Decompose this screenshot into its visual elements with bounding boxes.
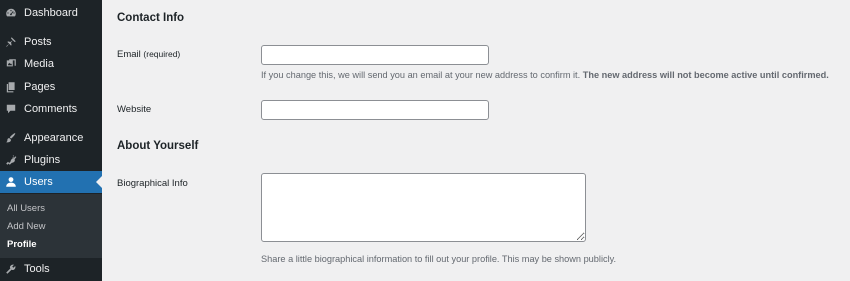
sidebar-item-label: Tools xyxy=(24,263,50,275)
sidebar-item-label: Appearance xyxy=(24,132,84,144)
required-note: (required) xyxy=(143,49,181,59)
sidebar-item-label: Comments xyxy=(24,103,78,115)
pages-icon xyxy=(5,81,17,93)
user-icon xyxy=(5,176,17,188)
sidebar-item-label: Pages xyxy=(24,81,56,93)
email-description: If you change this, we will send you an … xyxy=(261,70,829,80)
comment-icon xyxy=(5,103,17,115)
website-field[interactable] xyxy=(261,100,489,120)
sidebar-item-label: Users xyxy=(24,176,53,188)
sidebar-item-posts[interactable]: Posts xyxy=(0,31,102,53)
sidebar-item-pages[interactable]: Pages xyxy=(0,76,102,98)
email-field[interactable] xyxy=(261,45,489,65)
contact-info-heading: Contact Info xyxy=(117,12,185,24)
pushpin-icon xyxy=(5,36,17,48)
sidebar-item-label: Media xyxy=(24,58,54,70)
bio-description: Share a little biographical information … xyxy=(261,254,617,264)
paintbrush-icon xyxy=(5,132,17,144)
submenu-item-all-users[interactable]: All Users xyxy=(7,203,45,214)
email-label: Email (required) xyxy=(117,49,180,60)
wrench-icon xyxy=(5,263,17,275)
biographical-info-label: Biographical Info xyxy=(117,178,188,189)
sidebar-item-label: Dashboard xyxy=(24,7,78,19)
dashboard-icon xyxy=(5,7,17,19)
about-yourself-heading: About Yourself xyxy=(117,140,199,152)
website-label: Website xyxy=(117,104,152,115)
sidebar-item-plugins[interactable]: Plugins xyxy=(0,149,102,171)
email-label-text: Email xyxy=(117,49,141,60)
admin-sidebar: Dashboard Posts Media Pages Comments App… xyxy=(0,0,102,281)
sidebar-item-label: Posts xyxy=(24,36,52,48)
media-icon xyxy=(5,58,17,70)
sidebar-item-appearance[interactable]: Appearance xyxy=(0,127,102,149)
profile-form: Contact Info Email (required) If you cha… xyxy=(102,0,850,281)
biographical-info-textarea[interactable] xyxy=(261,173,586,242)
sidebar-item-users[interactable]: Users xyxy=(0,171,102,193)
submenu-item-add-new[interactable]: Add New xyxy=(7,221,46,232)
sidebar-item-dashboard[interactable]: Dashboard xyxy=(0,2,102,24)
plugin-icon xyxy=(5,154,17,166)
sidebar-item-tools[interactable]: Tools xyxy=(0,258,102,280)
sidebar-item-comments[interactable]: Comments xyxy=(0,98,102,120)
submenu-item-profile[interactable]: Profile xyxy=(7,239,37,250)
sidebar-item-label: Plugins xyxy=(24,154,61,166)
email-description-warning: The new address will not become active u… xyxy=(582,70,829,80)
email-description-text: If you change this, we will send you an … xyxy=(261,70,581,80)
users-submenu: All Users Add New Profile xyxy=(0,194,102,258)
sidebar-item-media[interactable]: Media xyxy=(0,53,102,75)
